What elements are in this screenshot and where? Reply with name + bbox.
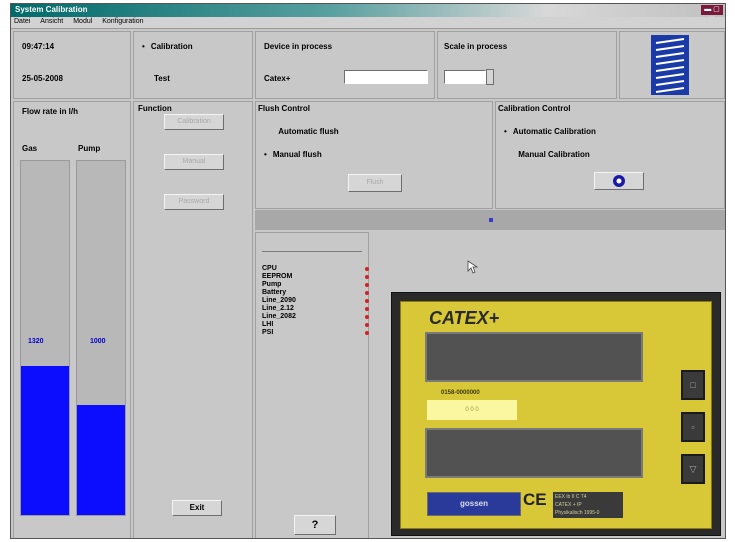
- gas-flow-value: 1320: [28, 338, 44, 345]
- device-small-text: 0158-0000000: [441, 390, 480, 396]
- function-title: Function: [138, 104, 172, 113]
- menu-datei[interactable]: Datei: [11, 17, 35, 25]
- window-controls[interactable]: ▬ ▢ ✕: [701, 5, 723, 23]
- calibration-button[interactable]: Calibration: [164, 114, 224, 130]
- scale-spinner[interactable]: [486, 69, 494, 85]
- status-dot-icon: [365, 267, 369, 271]
- splitter-handle-icon[interactable]: [489, 218, 493, 222]
- logo-panel: [619, 31, 725, 99]
- status-dot-icon: [365, 331, 369, 335]
- device-key-2: ▫: [681, 412, 705, 442]
- pump-flow-value: 1000: [90, 338, 106, 345]
- flush-button[interactable]: Flush: [348, 174, 402, 192]
- calibration-control-panel: Calibration Control • Automatic Calibrati…: [495, 101, 725, 209]
- device-name: Catex+: [264, 74, 291, 83]
- component-item: CPU: [262, 265, 277, 272]
- device-spec-plate: EEX ib II C T4 CATEX + IP Physikalisch 1…: [553, 492, 623, 518]
- device-key-3: ▽: [681, 454, 705, 484]
- menu-ansicht[interactable]: Ansicht: [37, 17, 68, 25]
- component-item: EEPROM: [262, 273, 293, 280]
- status-dot-icon: [365, 307, 369, 311]
- flush-panel: Flush Control Automatic flush • Manual fl…: [255, 101, 493, 209]
- manual-calibration-radio[interactable]: Manual Calibration: [510, 150, 590, 159]
- flow-panel: Flow rate in l/h Gas Pump 1320 1000: [13, 101, 131, 538]
- manual-button[interactable]: Manual: [164, 154, 224, 170]
- menu-modul[interactable]: Modul: [70, 17, 97, 25]
- radio-selected-icon: •: [504, 127, 507, 136]
- record-icon: [613, 175, 625, 187]
- manual-flush-label: Manual flush: [272, 150, 322, 159]
- component-item: Pump: [262, 281, 282, 288]
- mode-panel: • Calibration Test: [133, 31, 253, 99]
- automatic-flush-label: Automatic flush: [278, 127, 339, 136]
- manual-calibration-label: Manual Calibration: [518, 150, 590, 159]
- flush-title: Flush Control: [258, 104, 310, 113]
- date-text: 25-05-2008: [22, 74, 63, 83]
- status-dot-icon: [365, 323, 369, 327]
- device-label: 0 0 0: [427, 400, 517, 420]
- component-item: Line_2.12: [262, 305, 294, 312]
- mode-test-label[interactable]: Test: [154, 74, 170, 83]
- password-button[interactable]: Password: [164, 194, 224, 210]
- exit-button[interactable]: Exit: [172, 500, 222, 516]
- ce-mark: CE: [523, 490, 547, 509]
- application-window: System Calibration ▬ ▢ ✕ Datei Ansicht M…: [10, 3, 726, 539]
- time-text: 09:47:14: [22, 42, 55, 51]
- window-title: System Calibration: [15, 5, 88, 14]
- device-label: Device in process: [264, 42, 333, 51]
- mouse-cursor-icon: [467, 260, 479, 274]
- gas-label: Gas: [22, 144, 38, 153]
- component-item: Line_2082: [262, 313, 296, 320]
- device-panel: Device in process Catex+: [255, 31, 435, 99]
- gas-flow-fill: [21, 366, 69, 515]
- automatic-flush-radio[interactable]: Automatic flush: [270, 127, 339, 136]
- status-dot-icon: [365, 291, 369, 295]
- device-key-1: □: [681, 370, 705, 400]
- component-item: Line_2090: [262, 297, 296, 304]
- radio-empty-icon: [270, 127, 272, 136]
- function-panel: Function Calibration Manual Password Exi…: [133, 101, 253, 538]
- radio-selected-icon: •: [142, 42, 145, 51]
- status-dot-icon: [365, 315, 369, 319]
- mode-calibration-label: Calibration: [150, 42, 193, 51]
- device-field[interactable]: [344, 70, 428, 84]
- component-item: LHI: [262, 321, 274, 328]
- automatic-calibration-radio[interactable]: • Automatic Calibration: [504, 127, 596, 136]
- device-display-top: [425, 332, 643, 382]
- component-item: PSI: [262, 329, 274, 336]
- calibration-control-title: Calibration Control: [498, 104, 571, 113]
- splitter-bar[interactable]: [255, 210, 725, 230]
- help-button[interactable]: ?: [294, 515, 336, 535]
- status-dot-icon: [365, 275, 369, 279]
- automatic-calibration-label: Automatic Calibration: [512, 127, 596, 136]
- device-display-bottom: [425, 428, 643, 478]
- pump-label: Pump: [78, 144, 101, 153]
- scale-panel: Scale in process: [437, 31, 617, 99]
- flow-title: Flow rate in l/h: [22, 107, 79, 116]
- device-face: CATEX+ 0158-0000000 0 0 0 gossen CE EEX …: [400, 301, 712, 529]
- device-brand: CATEX+: [429, 308, 500, 328]
- components-panel: CPU EEPROM Pump Battery Line_2090 Line_2…: [255, 232, 369, 538]
- scale-field[interactable]: [444, 70, 486, 84]
- component-item: Battery: [262, 289, 287, 296]
- spring-logo-icon: [651, 35, 689, 95]
- manual-flush-radio[interactable]: • Manual flush: [264, 150, 322, 159]
- device-maker-logo: gossen: [427, 492, 521, 516]
- component-list: CPU EEPROM Pump Battery Line_2090 Line_2…: [262, 265, 296, 337]
- status-dot-icon: [365, 283, 369, 287]
- device-view: CATEX+ 0158-0000000 0 0 0 gossen CE EEX …: [371, 232, 725, 538]
- radio-empty-icon: [510, 150, 512, 159]
- datetime-panel: 09:47:14 25-05-2008: [13, 31, 131, 99]
- menu-konfiguration[interactable]: Konfiguration: [99, 17, 148, 25]
- menu-bar: Datei Ansicht Modul Konfiguration: [11, 17, 725, 29]
- radio-selected-icon: •: [264, 150, 267, 159]
- mode-calibration-radio[interactable]: • Calibration: [142, 42, 193, 51]
- device-housing: CATEX+ 0158-0000000 0 0 0 gossen CE EEX …: [391, 292, 721, 536]
- status-dot-icon: [365, 299, 369, 303]
- scale-label: Scale in process: [444, 42, 508, 51]
- components-divider: [262, 251, 362, 252]
- start-calibration-button[interactable]: [594, 172, 644, 190]
- title-bar: System Calibration ▬ ▢ ✕: [11, 4, 725, 23]
- pump-flow-fill: [77, 405, 125, 515]
